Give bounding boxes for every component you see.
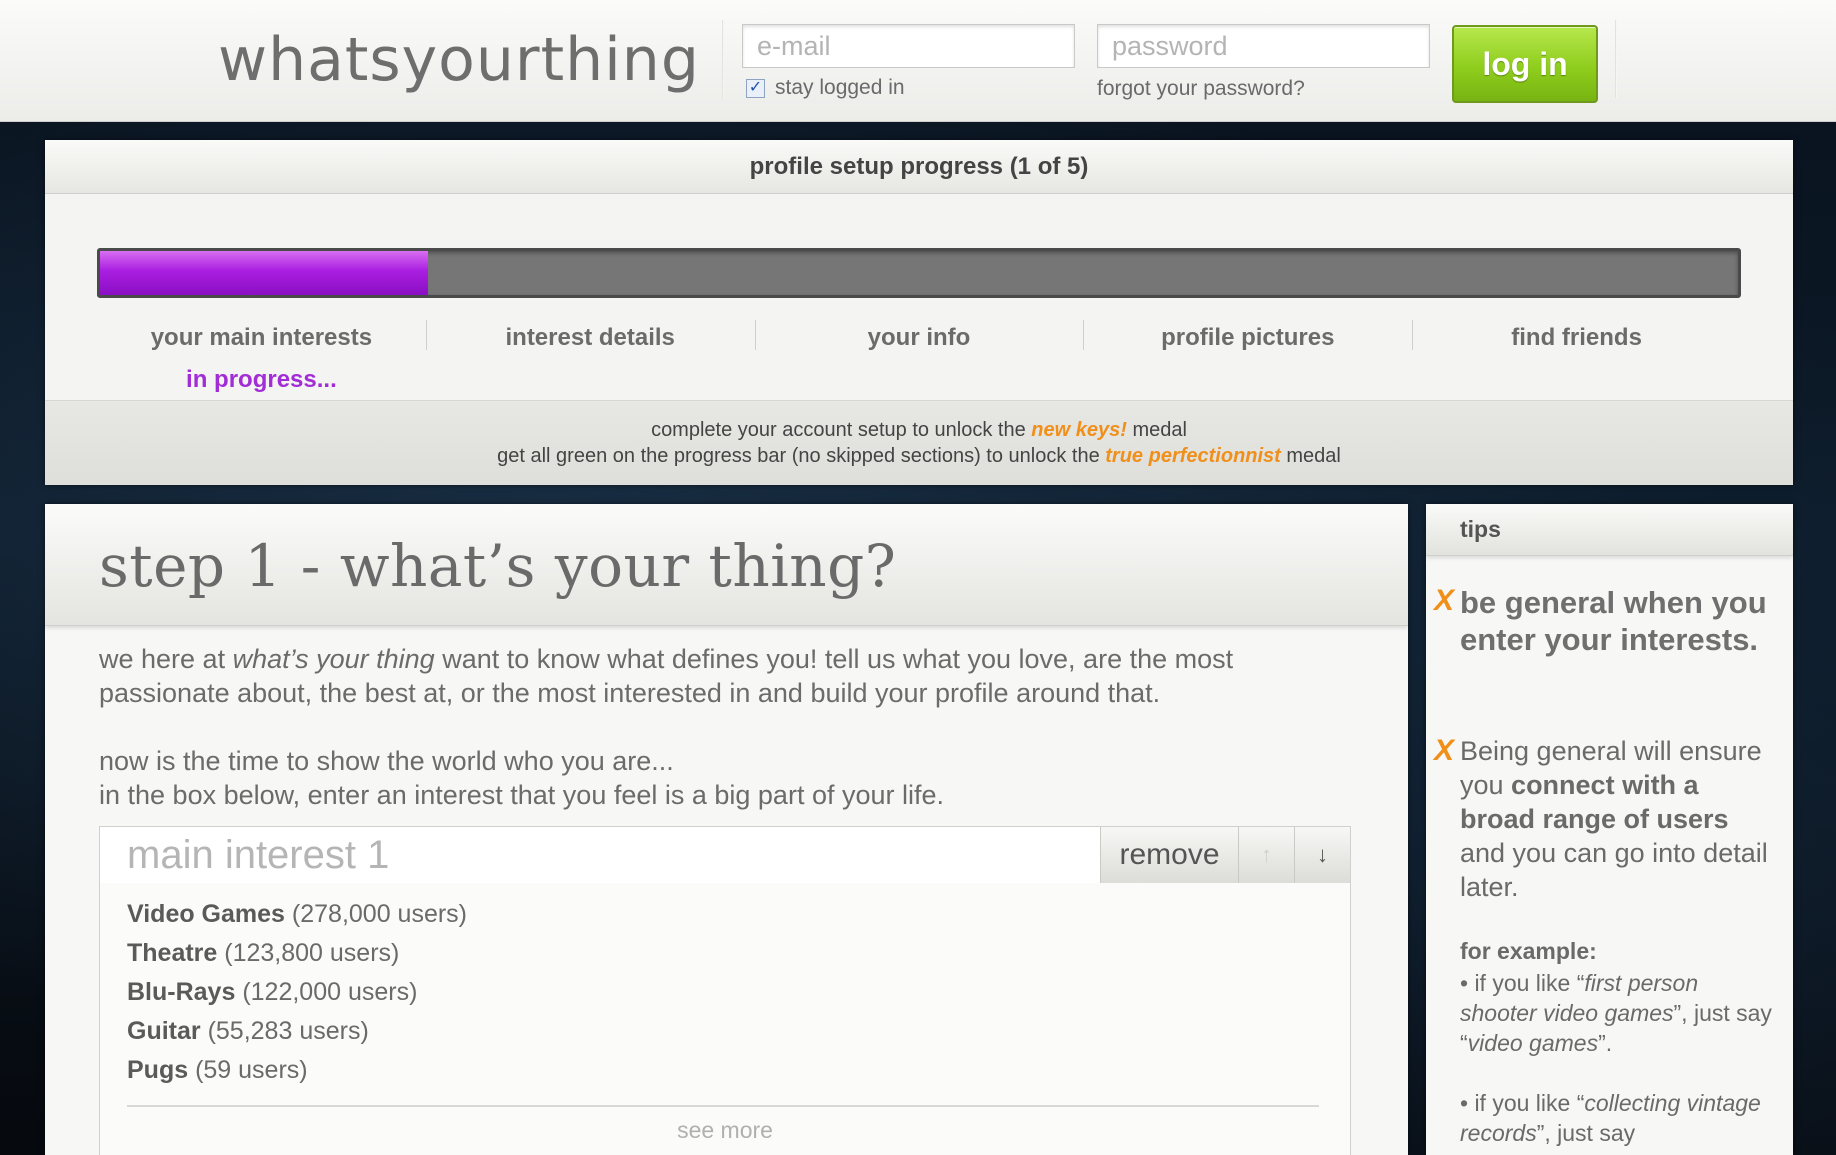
step-main-interests[interactable]: your main interests in progress...: [97, 312, 426, 393]
tips-title: tips: [1426, 504, 1793, 556]
profile-setup-panel: profile setup progress (1 of 5) your mai…: [45, 140, 1793, 485]
true-perfectionnist-medal-link[interactable]: true perfectionnist: [1105, 445, 1281, 467]
suggestion-count: (55,283 users): [207, 1017, 369, 1045]
stay-logged-in-label[interactable]: stay logged in: [775, 76, 905, 100]
x-marker-icon: X: [1434, 734, 1455, 767]
medal-text: get all green on the progress bar (no sk…: [497, 445, 1106, 467]
see-more-link[interactable]: see more: [100, 1117, 1350, 1144]
example-heading: for example:: [1460, 938, 1597, 964]
tip-text: be general when you enter your interests…: [1460, 585, 1767, 657]
interest-box: remove ↑ ↓ Video Games (278,000 users) T…: [99, 826, 1351, 1155]
step-label: profile pictures: [1161, 324, 1335, 351]
step-label: find friends: [1511, 324, 1642, 351]
intro-instructions: now is the time to show the world who yo…: [99, 744, 1359, 812]
site-logo[interactable]: whatsyourthing: [218, 24, 700, 96]
x-marker-icon: X: [1434, 584, 1455, 617]
example-text: ”.: [1598, 1030, 1613, 1056]
suggestion-item[interactable]: Video Games (278,000 users): [127, 895, 467, 934]
step-panel: step 1 - what’s your thing? we here at w…: [45, 504, 1408, 1155]
suggestion-name: Pugs: [127, 1056, 189, 1084]
divider: [127, 1105, 1319, 1107]
step-profile-pictures[interactable]: profile pictures: [1083, 312, 1412, 382]
tip-text: Being general will ensure you connect wi…: [1460, 734, 1779, 904]
login-button[interactable]: log in: [1452, 25, 1598, 103]
stay-logged-in-row[interactable]: ✓ stay logged in: [746, 76, 905, 100]
intro-brand-text: what’s your thing: [232, 644, 435, 674]
suggestion-count: (122,000 users): [242, 978, 418, 1006]
interest-input-row: remove ↑ ↓: [100, 827, 1350, 883]
email-field[interactable]: [742, 24, 1075, 68]
progress-bar-fill: [100, 251, 428, 295]
step-status: in progress...: [186, 366, 337, 393]
suggestion-name: Guitar: [127, 1017, 201, 1045]
top-bar: whatsyourthing ✓ stay logged in forgot y…: [0, 0, 1836, 122]
progress-bar: [97, 248, 1741, 298]
progress-steps: your main interests in progress... inter…: [97, 312, 1741, 393]
interest-suggestions: Video Games (278,000 users) Theatre (123…: [127, 895, 467, 1090]
suggestion-count: (123,800 users): [224, 939, 400, 967]
medal-info: complete your account setup to unlock th…: [45, 400, 1793, 485]
step-your-info[interactable]: your info: [754, 312, 1084, 382]
step-header: step 1 - what’s your thing?: [45, 504, 1408, 626]
move-down-arrow-icon[interactable]: ↓: [1294, 827, 1350, 883]
suggestion-count: (59 users): [195, 1056, 308, 1084]
medal-line-1: complete your account setup to unlock th…: [45, 417, 1793, 443]
suggestion-item[interactable]: Guitar (55,283 users): [127, 1012, 467, 1051]
step-interest-details[interactable]: interest details: [425, 312, 755, 382]
header-divider: [722, 20, 724, 98]
step-label: interest details: [505, 324, 675, 351]
new-keys-medal-link[interactable]: new keys!: [1031, 419, 1127, 441]
step-find-friends[interactable]: find friends: [1412, 312, 1741, 382]
tip-item: X be general when you enter your interes…: [1434, 584, 1779, 658]
example-text: • if you like “: [1460, 1090, 1585, 1116]
example-text: • if you like “: [1460, 970, 1585, 996]
remove-button[interactable]: remove: [1100, 827, 1238, 883]
suggestion-name: Blu-Rays: [127, 978, 236, 1006]
medal-line-2: get all green on the progress bar (no sk…: [45, 443, 1793, 469]
suggestion-name: Theatre: [127, 939, 218, 967]
intro-line: now is the time to show the world who yo…: [99, 746, 674, 776]
step-label: your main interests: [150, 324, 373, 351]
password-field[interactable]: [1097, 24, 1430, 68]
suggestion-count: (278,000 users): [291, 900, 468, 928]
move-up-arrow-icon[interactable]: ↑: [1238, 827, 1294, 883]
stay-logged-in-checkbox[interactable]: ✓: [746, 78, 765, 98]
tip-item: X Being general will ensure you connect …: [1434, 734, 1779, 904]
suggestion-name: Video Games: [127, 900, 285, 928]
forgot-password-link[interactable]: forgot your password?: [1097, 77, 1305, 101]
suggestion-item[interactable]: Blu-Rays (122,000 users): [127, 973, 467, 1012]
tip-text-part: and you can go into detail later.: [1460, 838, 1768, 902]
example-text: ”, just say: [1536, 1120, 1636, 1146]
step-label: your info: [867, 324, 971, 351]
example-item: • if you like “first person shooter vide…: [1460, 968, 1780, 1058]
medal-text: complete your account setup to unlock th…: [651, 419, 1032, 441]
intro-line: in the box below, enter an interest that…: [99, 780, 945, 810]
intro-text: we here at: [99, 644, 233, 674]
suggestion-item[interactable]: Theatre (123,800 users): [127, 934, 467, 973]
example-item: • if you like “collecting vintage record…: [1460, 1088, 1780, 1148]
page-title: step 1 - what’s your thing?: [99, 532, 897, 600]
medal-text: medal: [1126, 419, 1187, 441]
example-quote: video games: [1467, 1030, 1599, 1056]
tips-panel: tips X be general when you enter your in…: [1426, 504, 1793, 1155]
medal-text: medal: [1280, 445, 1341, 467]
header-divider: [1615, 20, 1617, 98]
progress-title: profile setup progress (1 of 5): [45, 140, 1793, 194]
main-interest-input[interactable]: [100, 827, 1100, 883]
suggestion-item[interactable]: Pugs (59 users): [127, 1051, 467, 1090]
intro-paragraph: we here at what’s your thing want to kno…: [99, 642, 1359, 710]
